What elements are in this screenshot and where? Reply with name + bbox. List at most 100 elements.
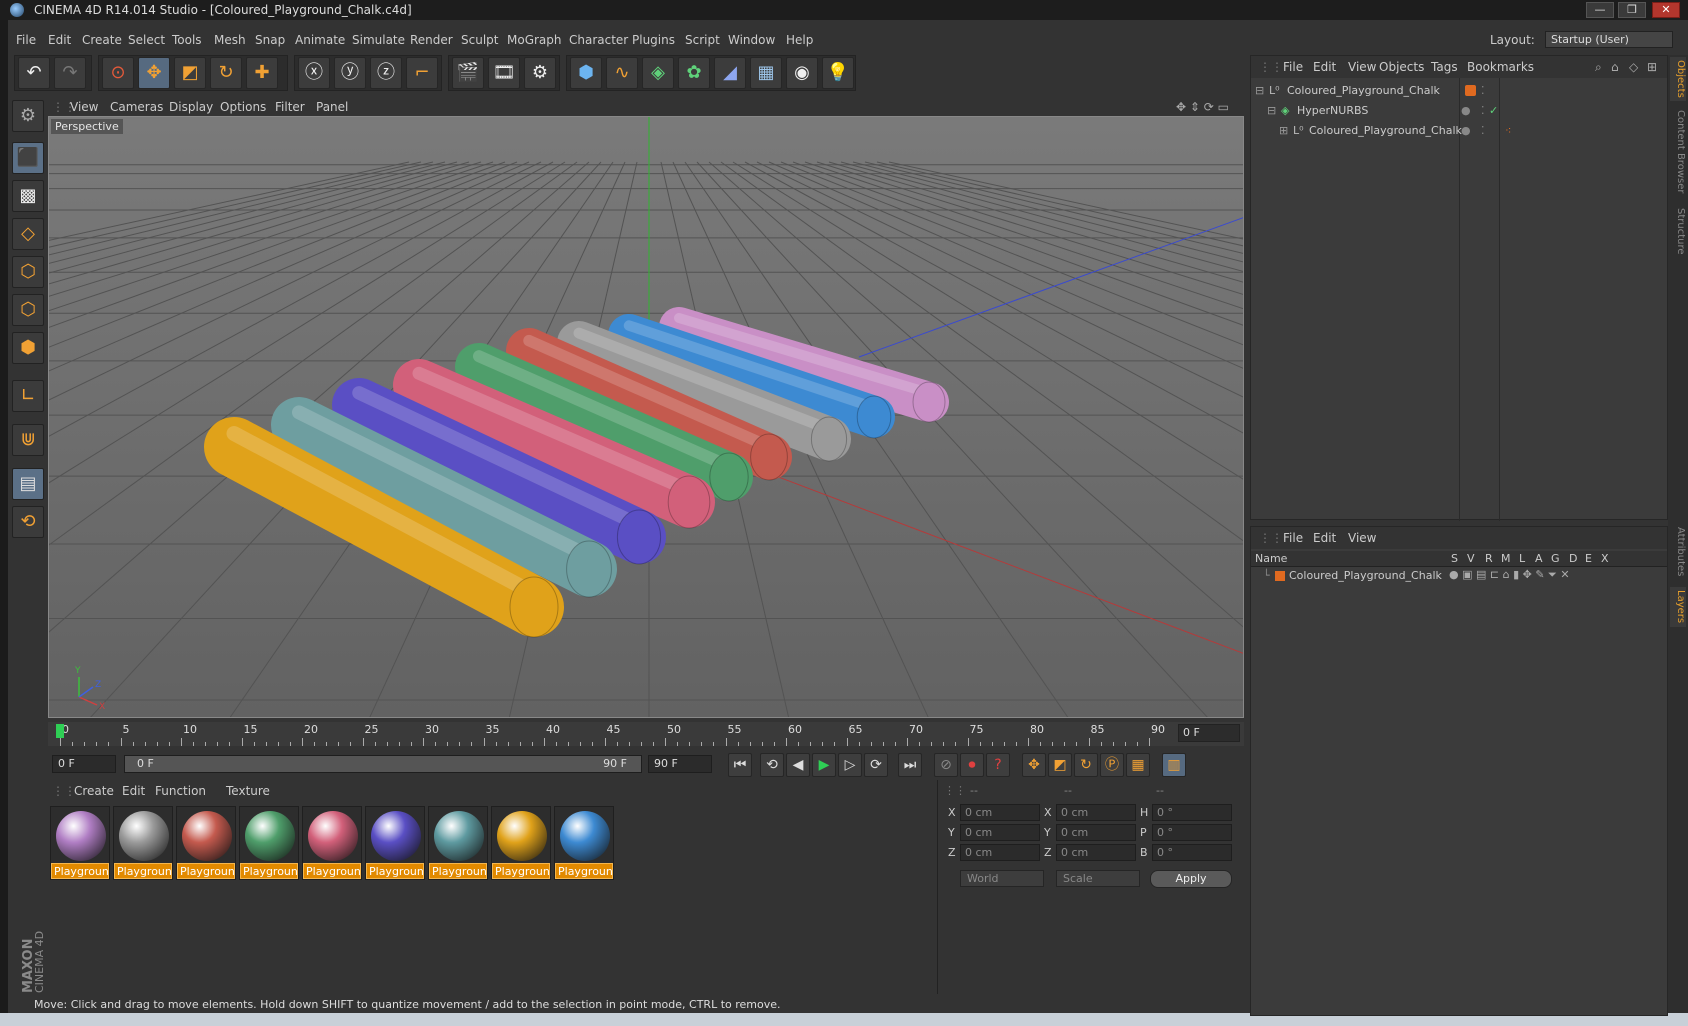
menu-file[interactable]: File	[16, 33, 36, 47]
x-axis-lock-icon[interactable]: ⓧ	[298, 57, 330, 89]
minimize-button[interactable]: —	[1586, 2, 1614, 18]
next-key-icon[interactable]: ⟳	[864, 753, 888, 777]
key-rotation-icon[interactable]: ↻	[1074, 753, 1098, 777]
points-mode-icon[interactable]: ⬡	[12, 256, 44, 288]
menu-script[interactable]: Script	[685, 33, 720, 47]
z-axis-lock-icon[interactable]: ⓩ	[370, 57, 402, 89]
layer-col-x[interactable]: X	[1601, 552, 1609, 565]
object-menu-bookmarks[interactable]: Bookmarks	[1467, 60, 1534, 74]
go-to-start-icon[interactable]: ⏮	[728, 753, 752, 777]
rot-p-field[interactable]: 0 °	[1152, 824, 1232, 841]
layer-col-name[interactable]: Name	[1255, 552, 1287, 565]
key-scale-icon[interactable]: ◩	[1048, 753, 1072, 777]
object-search-icon[interactable]: ⌕	[1595, 60, 1602, 75]
enabled-check-icon[interactable]: ✓	[1489, 104, 1498, 117]
render-view-icon[interactable]: 🎬	[452, 57, 484, 89]
nurbs-icon[interactable]: ◈	[642, 57, 674, 89]
menu-render[interactable]: Render	[410, 33, 453, 47]
close-button[interactable]: ✕	[1652, 2, 1680, 18]
menu-plugins[interactable]: Plugins	[632, 33, 675, 47]
size-y-field[interactable]: 0 cm	[1056, 824, 1136, 841]
size-mode-select[interactable]: Scale	[1056, 870, 1140, 887]
object-row[interactable]: ⊞ L⁰ Coloured_Playground_Chalk ● ⁚ ⁖	[1251, 121, 1667, 140]
viewport-menu-display[interactable]: Display	[169, 100, 213, 114]
size-z-field[interactable]: 0 cm	[1056, 844, 1136, 861]
light-icon[interactable]: 💡	[822, 57, 854, 89]
y-axis-lock-icon[interactable]: ⓨ	[334, 57, 366, 89]
material-swatch[interactable]: Playground	[176, 806, 236, 880]
current-frame-field[interactable]: 0 F	[1178, 724, 1240, 742]
layer-col-l[interactable]: L	[1519, 552, 1525, 565]
layout-select[interactable]: Startup (User)	[1545, 31, 1673, 48]
layer-name[interactable]: Coloured_Playground_Chalk	[1289, 569, 1442, 582]
playhead-marker[interactable]	[56, 724, 64, 738]
layer-menu-edit[interactable]: Edit	[1313, 531, 1336, 545]
make-editable-icon[interactable]: ⚙	[12, 100, 44, 132]
material-swatch[interactable]: Playground	[365, 806, 425, 880]
material-grip-icon[interactable]: ⋮⋮	[52, 784, 76, 798]
menu-mesh[interactable]: Mesh	[214, 33, 246, 47]
collapse-icon[interactable]: ⊟	[1267, 104, 1276, 117]
layer-col-s[interactable]: S	[1451, 552, 1458, 565]
layer-col-g[interactable]: G	[1551, 552, 1560, 565]
menu-sculpt[interactable]: Sculpt	[461, 33, 498, 47]
menu-simulate[interactable]: Simulate	[352, 33, 405, 47]
layer-color-swatch[interactable]	[1275, 571, 1285, 581]
object-menu-view[interactable]: View	[1348, 60, 1376, 74]
record-keys-icon[interactable]: ⊘	[934, 753, 958, 777]
layer-menu-file[interactable]: File	[1283, 531, 1303, 545]
object-home-icon[interactable]: ⌂	[1611, 60, 1619, 74]
object-menu-edit[interactable]: Edit	[1313, 60, 1336, 74]
viewport-nav-icons[interactable]: ✥ ⇕ ⟳ ▭	[1176, 100, 1229, 114]
object-menu-objects[interactable]: Objects	[1379, 60, 1424, 74]
material-menu-function[interactable]: Function	[155, 784, 206, 798]
pos-y-field[interactable]: 0 cm	[960, 824, 1040, 841]
render-picture-viewer-icon[interactable]: 🎞	[488, 57, 520, 89]
layer-col-e[interactable]: E	[1585, 552, 1592, 565]
mograph-cloner-icon[interactable]: ✿	[678, 57, 710, 89]
spline-icon[interactable]: ∿	[606, 57, 638, 89]
floor-icon[interactable]: ▦	[750, 57, 782, 89]
menu-edit[interactable]: Edit	[48, 33, 71, 47]
restore-button[interactable]: ❐	[1618, 2, 1646, 18]
tab-attributes[interactable]: Attributes	[1670, 525, 1686, 579]
animation-lock-icon[interactable]: ⟲	[12, 506, 44, 538]
rot-b-field[interactable]: 0 °	[1152, 844, 1232, 861]
size-x-field[interactable]: 0 cm	[1056, 804, 1136, 821]
tab-objects[interactable]: Objects	[1670, 57, 1686, 101]
play-icon[interactable]: ▶	[812, 753, 836, 777]
menu-window[interactable]: Window	[728, 33, 775, 47]
layer-grip-icon[interactable]: ⋮⋮	[1259, 531, 1283, 545]
rot-h-field[interactable]: 0 °	[1152, 804, 1232, 821]
material-swatch[interactable]: Playground	[491, 806, 551, 880]
keyframe-selection-icon[interactable]: ?	[986, 753, 1010, 777]
axis-mode-icon[interactable]: ∟	[12, 380, 44, 412]
redo-icon[interactable]: ↷	[54, 57, 86, 89]
expand-icon[interactable]: ⊞	[1279, 124, 1288, 137]
layer-col-m[interactable]: M	[1501, 552, 1511, 565]
key-parameter-icon[interactable]: Ⓟ	[1100, 753, 1124, 777]
rotate-icon[interactable]: ↻	[210, 57, 242, 89]
object-grip-icon[interactable]: ⋮⋮	[1259, 60, 1283, 74]
previous-key-icon[interactable]: ⟲	[760, 753, 784, 777]
material-menu-create[interactable]: Create	[74, 784, 114, 798]
tab-layers[interactable]: Layers	[1670, 587, 1686, 627]
object-menu-file[interactable]: File	[1283, 60, 1303, 74]
layer-col-a[interactable]: A	[1535, 552, 1543, 565]
deformer-icon[interactable]: ◢	[714, 57, 746, 89]
end-frame-field[interactable]: 90 F	[648, 755, 712, 773]
next-frame-icon[interactable]: ▷	[838, 753, 862, 777]
autokey-icon[interactable]: ⏺	[960, 753, 984, 777]
collapse-icon[interactable]: ⊟	[1255, 84, 1264, 97]
material-swatch[interactable]: Playground	[50, 806, 110, 880]
menu-snap[interactable]: Snap	[255, 33, 285, 47]
material-swatch[interactable]: Playground	[239, 806, 299, 880]
material-tag-icon[interactable]: ⁖	[1505, 124, 1511, 137]
object-menu-tags[interactable]: Tags	[1431, 60, 1458, 74]
material-menu-edit[interactable]: Edit	[122, 784, 145, 798]
object-nav-icon[interactable]: ◇	[1629, 60, 1638, 74]
camera-icon[interactable]: ◉	[786, 57, 818, 89]
pos-x-field[interactable]: 0 cm	[960, 804, 1040, 821]
pos-z-field[interactable]: 0 cm	[960, 844, 1040, 861]
scale-icon[interactable]: ◩	[174, 57, 206, 89]
